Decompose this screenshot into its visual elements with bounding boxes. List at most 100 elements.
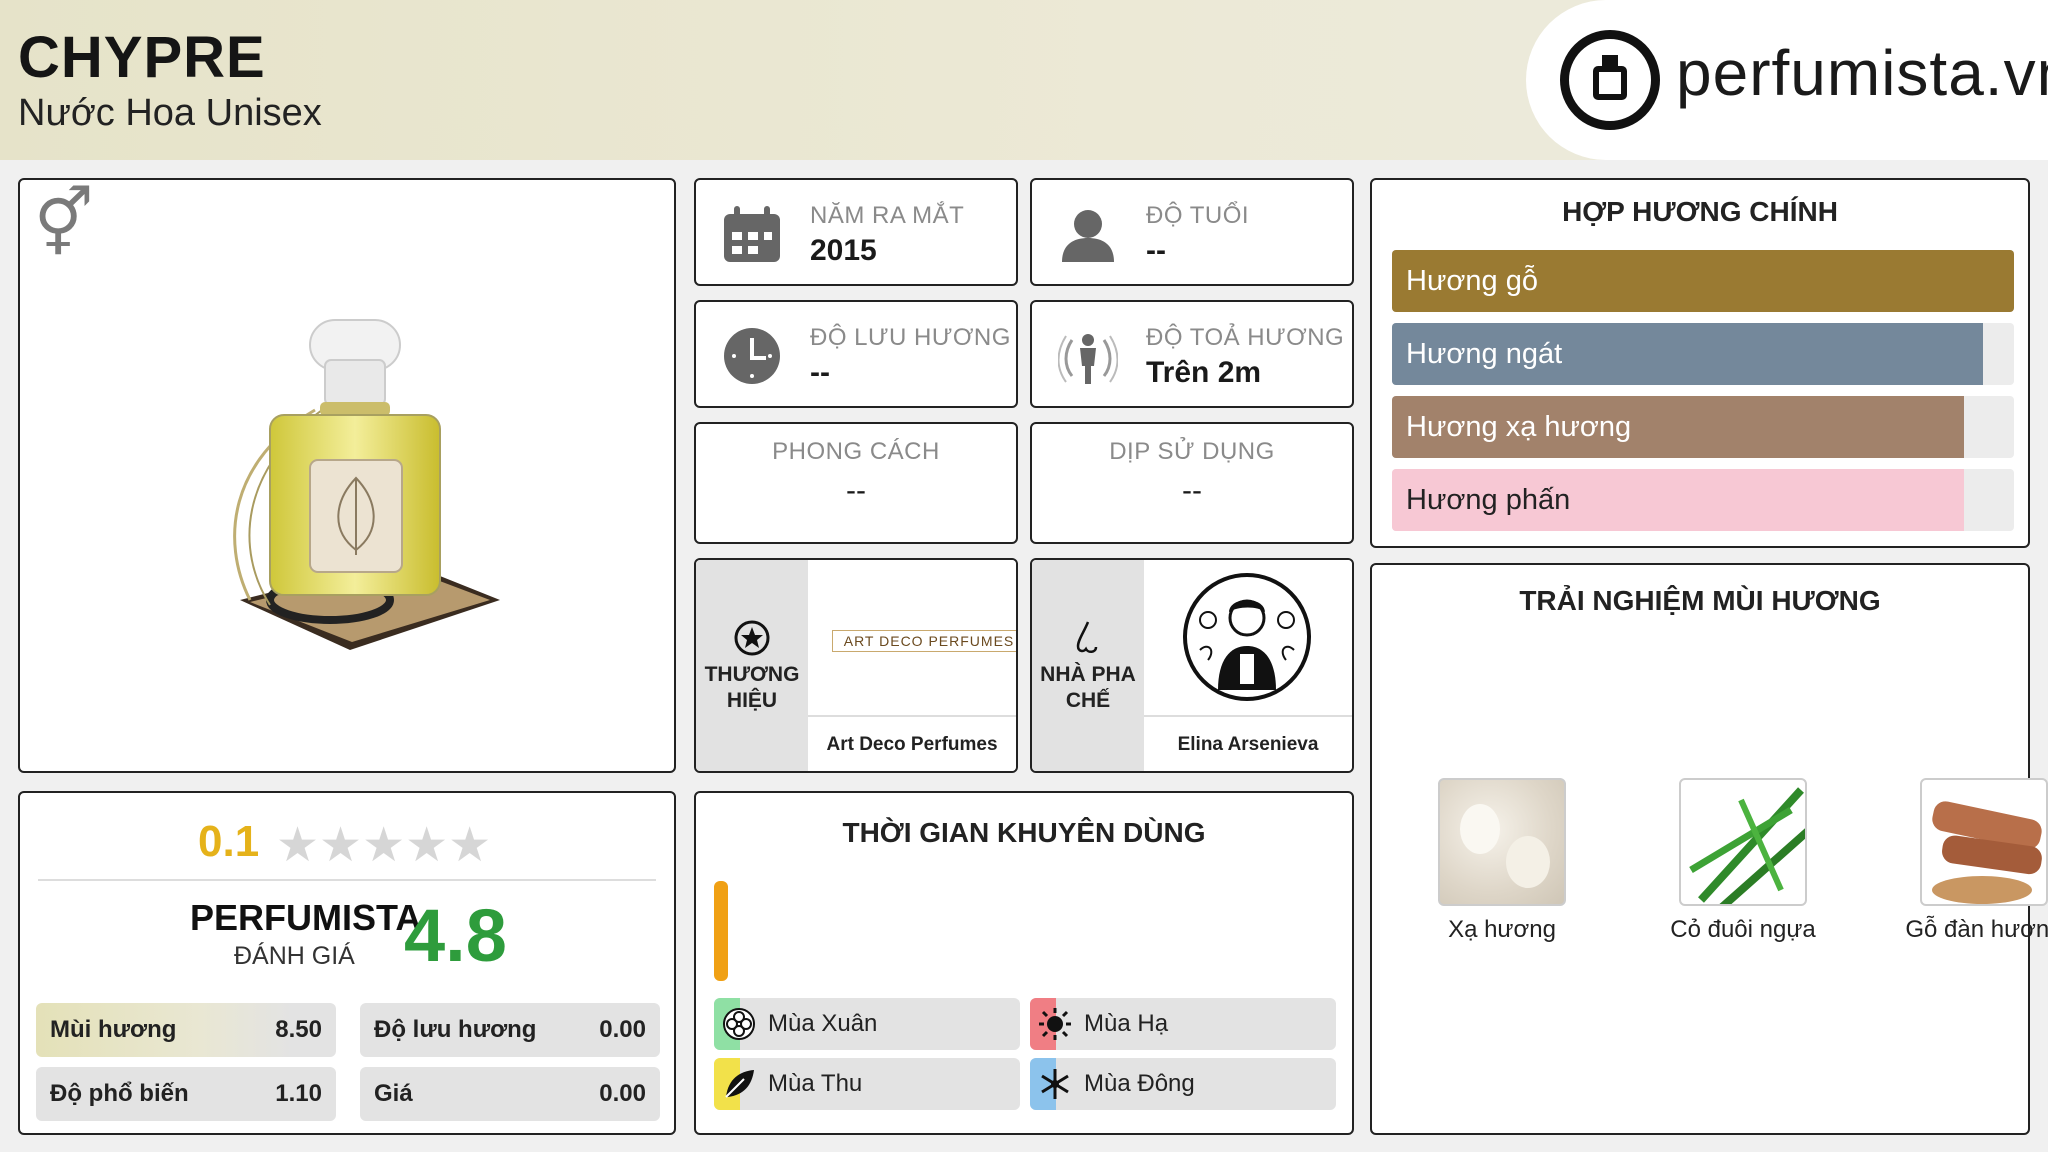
perfumer-card[interactable]: NHÀ PHA CHẾ Elina Arsenieva: [1030, 558, 1354, 773]
season-label: Mùa Hạ: [1084, 1010, 1169, 1037]
season-label: Mùa Thu: [768, 1070, 863, 1097]
metric-price: Giá 0.00: [360, 1067, 660, 1121]
stat-launch-year: NĂM RA MẮT 2015: [694, 178, 1018, 286]
season-label: Mùa Xuân: [768, 1010, 878, 1037]
season-panel: THỜI GIAN KHUYÊN DÙNG Mùa Xuân Mùa Hạ Mù…: [694, 791, 1354, 1135]
stat-label: DỊP SỬ DỤNG: [1109, 438, 1275, 465]
stat-value: 2015: [810, 234, 877, 267]
perfumista-sublabel: ĐÁNH GIÁ: [234, 942, 355, 970]
sandalwood-image: [1920, 778, 2048, 906]
page-subtitle: Nước Hoa Unisex: [18, 92, 322, 134]
flower-icon: [723, 1008, 755, 1040]
rating-panel: 0.1 ★★★★★ PERFUMISTA ĐÁNH GIÁ 4.8 Mùi hư…: [18, 791, 676, 1135]
accord-name: Hương phấn: [1406, 484, 1571, 516]
season-summer: Mùa Hạ: [1030, 998, 1336, 1050]
stat-label: ĐỘ TOẢ HƯƠNG: [1146, 324, 1345, 351]
stat-style: PHONG CÁCH --: [694, 422, 1018, 544]
brand-card[interactable]: THƯƠNG HIỆU ART DECO PERFUMES Art Deco P…: [694, 558, 1018, 773]
star-badge-icon: [734, 620, 770, 656]
metric-longevity: Độ lưu hương 0.00: [360, 1003, 660, 1057]
stat-label: PHONG CÁCH: [772, 438, 940, 465]
logo-text: perfumista.vn: [1676, 37, 2048, 109]
season-title: THỜI GIAN KHUYÊN DÙNG: [842, 817, 1206, 848]
season-spring: Mùa Xuân: [714, 998, 1020, 1050]
scent-experience-panel: TRẢI NGHIỆM MÙI HƯƠNG Xạ hương Cỏ đuôi n…: [1370, 563, 2048, 1135]
horsetail-image: [1679, 778, 1807, 906]
note-label: Gỗ đàn hương: [1905, 916, 2048, 943]
brand-label: THƯƠNG HIỆU: [704, 663, 800, 712]
metric-name: Mùi hương: [50, 1016, 177, 1043]
product-photo-panel: ⚥: [18, 178, 676, 773]
stat-value: --: [810, 356, 830, 389]
stat-value: --: [846, 474, 866, 507]
perfume-bottle-image: [233, 319, 500, 650]
accord-name: Hương gỗ: [1406, 265, 1538, 297]
accords-title: HỢP HƯƠNG CHÍNH: [1562, 196, 1838, 227]
calendar-icon: [724, 206, 780, 262]
perfumista-score: 4.8: [404, 894, 507, 977]
metric-name: Độ phổ biến: [50, 1080, 189, 1107]
metric-value: 1.10: [275, 1080, 322, 1107]
brand-logo: ART DECO PERFUMES: [808, 560, 1016, 716]
metric-value: 8.50: [275, 1016, 322, 1043]
sun-icon: [1039, 1008, 1071, 1040]
perfumer-avatar: [1144, 560, 1352, 716]
sillage-icon: [1058, 334, 1118, 384]
experience-title: TRẢI NGHIỆM MÙI HƯƠNG: [1519, 585, 1881, 616]
clock-icon: [724, 328, 780, 384]
note-label: Xạ hương: [1448, 916, 1556, 943]
note-item[interactable]: Gỗ đàn hương: [1899, 778, 2048, 945]
accord-bar: Hương xạ hương: [1392, 396, 2014, 458]
accords-panel: HỢP HƯƠNG CHÍNH Hương gỗ Hương ngát Hươn…: [1370, 178, 2030, 548]
season-winter: Mùa Đông: [1030, 1058, 1336, 1110]
metric-scent: Mùi hương 8.50: [36, 1003, 336, 1057]
day-night-bar: [714, 881, 728, 981]
stat-sillage: ĐỘ TOẢ HƯƠNG Trên 2m: [1030, 300, 1354, 408]
stat-value: --: [1146, 234, 1166, 267]
stat-occasion: DỊP SỬ DỤNG --: [1030, 422, 1354, 544]
snowflake-icon: [1041, 1069, 1069, 1099]
stat-age: ĐỘ TUỔI --: [1030, 178, 1354, 286]
note-label: Cỏ đuôi ngựa: [1670, 916, 1816, 943]
star-icon[interactable]: ★: [448, 819, 491, 872]
perfumista-label: PERFUMISTA: [190, 897, 422, 938]
perfumer-portrait-icon: [1183, 573, 1311, 701]
star-icon[interactable]: ★: [362, 819, 405, 872]
accord-name: Hương xạ hương: [1406, 411, 1632, 443]
nose-icon: [1076, 621, 1098, 653]
season-label: Mùa Đông: [1084, 1070, 1195, 1097]
metric-popularity: Độ phổ biến 1.10: [36, 1067, 336, 1121]
brand-name[interactable]: Art Deco Perfumes: [808, 715, 1016, 771]
stat-label: ĐỘ TUỔI: [1146, 202, 1250, 229]
page-title: CHYPRE: [18, 25, 266, 90]
header: CHYPRE Nước Hoa Unisex perfumista.vn: [0, 0, 2048, 160]
star-icon[interactable]: ★: [276, 819, 319, 872]
divider: [38, 879, 656, 881]
perfumer-side: NHÀ PHA CHẾ: [1032, 560, 1144, 771]
logo-bottle-icon: [1560, 30, 1660, 130]
season-autumn: Mùa Thu: [714, 1058, 1020, 1110]
metric-name: Độ lưu hương: [374, 1016, 537, 1043]
perfumer-label: NHÀ PHA CHẾ: [1040, 663, 1136, 712]
page: CHYPRE Nước Hoa Unisex perfumista.vn ⚥ N…: [0, 0, 2048, 1152]
musk-image: [1438, 778, 1566, 906]
user-icon: [1062, 210, 1114, 262]
stat-value: --: [1182, 474, 1202, 507]
note-item[interactable]: Xạ hương: [1417, 778, 1587, 945]
accord-bar: Hương phấn: [1392, 469, 2014, 531]
brand-logo-text: ART DECO PERFUMES: [832, 630, 1016, 652]
leaf-icon: [725, 1070, 754, 1098]
site-logo[interactable]: perfumista.vn: [1526, 0, 2048, 160]
accord-bar: Hương ngát: [1392, 323, 2014, 385]
perfumer-name[interactable]: Elina Arsenieva: [1144, 715, 1352, 771]
user-rating-score: 0.1: [198, 817, 260, 866]
stat-longevity: ĐỘ LƯU HƯƠNG --: [694, 300, 1018, 408]
star-icon[interactable]: ★: [405, 819, 448, 872]
metric-name: Giá: [374, 1080, 413, 1107]
star-rating[interactable]: ★★★★★: [276, 817, 491, 873]
brand-side: THƯƠNG HIỆU: [696, 560, 808, 771]
star-icon[interactable]: ★: [319, 819, 362, 872]
note-item[interactable]: Cỏ đuôi ngựa: [1658, 778, 1828, 945]
accord-name: Hương ngát: [1406, 338, 1563, 370]
accord-bar: Hương gỗ: [1392, 250, 2014, 312]
